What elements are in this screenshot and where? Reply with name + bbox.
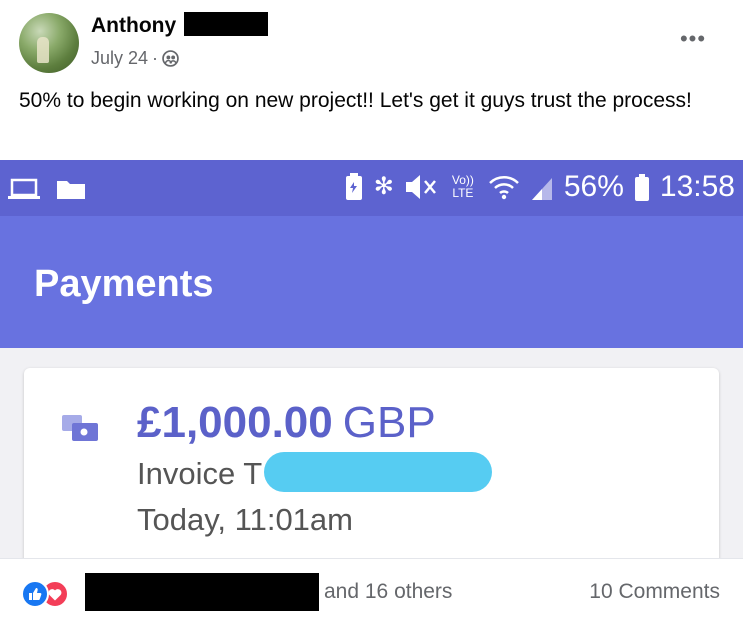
redaction-bar bbox=[184, 12, 268, 36]
app-title: Payments bbox=[34, 263, 214, 305]
post-header: Anthony July 24 · ••• bbox=[0, 0, 743, 80]
payment-date: Today, 11:01am bbox=[137, 502, 353, 537]
meta-separator: · bbox=[152, 48, 159, 68]
author-name[interactable]: Anthony bbox=[91, 14, 176, 38]
like-icon bbox=[21, 580, 49, 608]
post-date[interactable]: July 24 bbox=[91, 48, 148, 69]
comments-count-link[interactable]: 10 Comments bbox=[589, 580, 720, 604]
amount-value: £1,000.00 bbox=[137, 398, 333, 447]
battery-icon bbox=[634, 174, 649, 201]
author-avatar[interactable] bbox=[19, 13, 79, 73]
redaction-scribble bbox=[264, 452, 492, 492]
folder-icon bbox=[57, 181, 85, 199]
redaction-bar bbox=[85, 573, 319, 611]
laptop-icon bbox=[8, 178, 40, 199]
reaction-others[interactable]: and 16 others bbox=[324, 580, 452, 604]
mute-icon bbox=[405, 175, 436, 199]
battery-percentage: 56% bbox=[563, 170, 624, 203]
post-caption: 50% to begin working on new project!! Le… bbox=[19, 89, 692, 112]
post-meta: July 24 · bbox=[91, 48, 179, 69]
volte-icon: Vo)) LTE bbox=[451, 173, 474, 200]
screenshot-image[interactable]: ✻ Vo)) LTE 56% 13:58 Payments £1,000.00 … bbox=[0, 160, 743, 558]
friends-globe-icon bbox=[162, 50, 179, 67]
more-options-button[interactable]: ••• bbox=[673, 24, 713, 54]
clock-time: 13:58 bbox=[659, 170, 735, 203]
signal-icon bbox=[531, 178, 552, 200]
payment-card: £1,000.00 GBP Invoice T Today, 11:01am bbox=[24, 368, 719, 558]
payment-amount: £1,000.00 GBP bbox=[137, 398, 436, 448]
payment-icon bbox=[62, 415, 98, 441]
bluetooth-icon: ✻ bbox=[373, 173, 394, 200]
reaction-icons[interactable] bbox=[21, 580, 77, 608]
reactions-bar: and 16 others 10 Comments bbox=[0, 558, 743, 621]
amount-currency: GBP bbox=[342, 398, 436, 447]
phone-status-bar: ✻ Vo)) LTE 56% 13:58 bbox=[0, 160, 743, 216]
invoice-label: Invoice T bbox=[137, 456, 263, 491]
app-bar: Payments bbox=[0, 216, 743, 348]
battery-saver-icon bbox=[345, 173, 362, 200]
wifi-icon bbox=[489, 176, 519, 200]
